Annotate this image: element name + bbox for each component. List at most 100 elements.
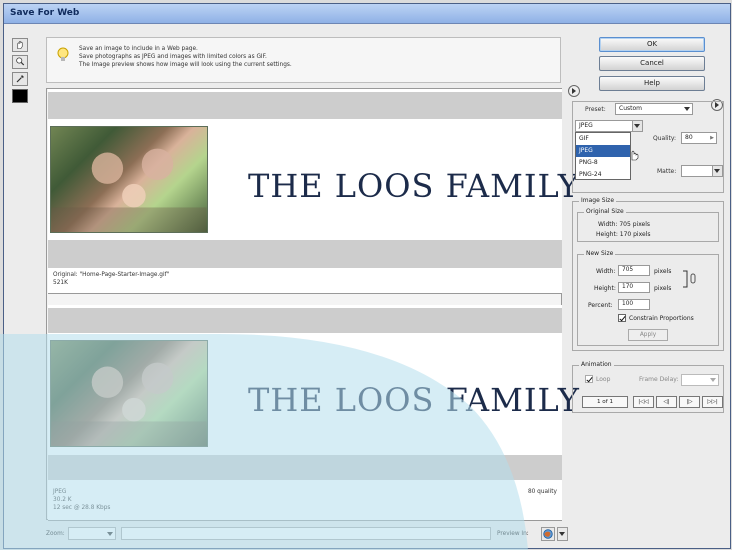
image-size-panel: Image Size Original Size Width: 705 pixe…	[572, 197, 724, 351]
expand-arrow-icon[interactable]	[568, 85, 580, 97]
hint-line: Save photographs as JPEG and images with…	[79, 54, 267, 60]
zoom-bar: Zoom: Preview In:	[46, 527, 570, 541]
new-size-group: New Size Width: 705 pixels Height: 170 p…	[577, 250, 719, 346]
original-filename: Original: "Home-Page-Starter-Image.gif"	[53, 272, 170, 278]
browser-menu-button[interactable]	[557, 527, 568, 541]
format-select[interactable]: JPEG	[575, 120, 643, 132]
format-option-png24[interactable]: PNG-24	[576, 169, 630, 181]
optimized-format: JPEG	[53, 489, 67, 495]
new-size-title: New Size	[584, 250, 616, 257]
format-option-gif[interactable]: GIF	[576, 133, 630, 145]
save-for-web-dialog: Save For Web Save an image to include in…	[3, 3, 731, 549]
zoom-select[interactable]	[68, 527, 116, 540]
loop-label: Loop	[596, 376, 611, 383]
family-photo-optimized	[50, 340, 208, 447]
quality-input[interactable]: 80 ▶	[681, 132, 717, 144]
last-frame-button[interactable]: ▷▷|	[702, 396, 723, 408]
preset-value: Custom	[619, 105, 642, 112]
width-input[interactable]: 705	[618, 265, 650, 276]
image-size-title: Image Size	[579, 197, 617, 204]
animation-title: Animation	[579, 361, 614, 368]
cancel-button[interactable]: Cancel	[599, 56, 705, 71]
width-unit: pixels	[654, 268, 672, 275]
original-info: Original: "Home-Page-Starter-Image.gif" …	[53, 271, 169, 287]
lightbulb-icon	[57, 47, 69, 61]
quality-info: 80 quality	[527, 489, 557, 495]
constrain-checkbox[interactable]	[618, 314, 626, 322]
constrain-label: Constrain Proportions	[629, 315, 694, 322]
percent-input[interactable]: 100	[618, 299, 650, 310]
banner-title: THE LOOS FAMILY	[248, 167, 580, 205]
chevron-down-icon	[107, 532, 113, 536]
chevron-right-icon: ▶	[710, 135, 714, 141]
matte-dropdown-button[interactable]	[712, 166, 722, 176]
first-frame-button[interactable]: |◁◁	[633, 396, 654, 408]
frame-delay-select[interactable]	[681, 374, 719, 386]
chevron-down-icon	[714, 169, 720, 173]
format-value: JPEG	[579, 122, 593, 129]
help-button[interactable]: Help	[599, 76, 705, 91]
height-unit: pixels	[654, 285, 672, 292]
link-icon	[683, 270, 696, 288]
preset-select[interactable]: Custom	[615, 103, 693, 115]
optimized-info: JPEG 30.2 K 12 sec @ 28.8 Kbps	[53, 488, 110, 512]
loop-checkbox[interactable]	[585, 375, 593, 383]
matte-label: Matte:	[657, 168, 677, 175]
format-dropdown-list: GIF JPEG PNG-8 PNG-24	[575, 132, 631, 180]
format-option-jpeg[interactable]: JPEG	[576, 145, 630, 157]
family-photo	[50, 126, 208, 233]
optimized-preview-pane: THE LOOS FAMILY JPEG 30.2 K 12 sec @ 28.…	[48, 305, 579, 521]
previous-frame-button[interactable]: ◁|	[656, 396, 677, 408]
preset-label: Preset:	[585, 106, 606, 113]
preview-band	[48, 455, 562, 480]
hint-panel: Save an image to include in a Web page. …	[46, 37, 561, 83]
quality-value: 80	[685, 134, 693, 141]
hand-cursor-icon	[631, 150, 639, 161]
percent-label: Percent:	[588, 302, 613, 309]
apply-button[interactable]: Apply	[628, 329, 668, 341]
frame-delay-label: Frame Delay:	[639, 376, 679, 383]
original-preview-pane: THE LOOS FAMILY Original: "Home-Page-Sta…	[48, 89, 579, 294]
original-size-group: Original Size Width: 705 pixels Height: …	[577, 208, 719, 242]
status-field	[121, 527, 491, 540]
preview-band	[48, 308, 562, 333]
chevron-down-icon	[710, 378, 716, 382]
frame-counter: 1 of 1	[582, 396, 628, 408]
original-size-title: Original Size	[584, 208, 626, 215]
format-dropdown-button[interactable]	[632, 121, 642, 131]
globe-icon	[543, 529, 553, 539]
next-frame-button[interactable]: |▷	[679, 396, 700, 408]
original-width: Width: 705 pixels	[598, 221, 651, 228]
height-input[interactable]: 170	[618, 282, 650, 293]
original-height: Height: 170 pixels	[596, 231, 651, 238]
preview-area: THE LOOS FAMILY Original: "Home-Page-Sta…	[46, 88, 579, 521]
chevron-down-icon	[684, 107, 690, 111]
chevron-down-icon	[559, 532, 565, 536]
eyedropper-color-swatch[interactable]	[12, 89, 28, 103]
format-option-png8[interactable]: PNG-8	[576, 157, 630, 169]
eyedropper-icon[interactable]	[12, 72, 28, 86]
banner-title-optimized: THE LOOS FAMILY	[248, 381, 580, 419]
optimized-size: 30.2 K	[53, 497, 72, 503]
preview-in-label: Preview In:	[497, 531, 529, 537]
preview-band	[48, 240, 562, 268]
original-size: 521K	[53, 280, 68, 286]
window-title: Save For Web	[10, 8, 80, 18]
zoom-icon[interactable]	[12, 55, 28, 69]
width-label: Width:	[596, 268, 616, 275]
chevron-down-icon	[634, 124, 640, 128]
download-time: 12 sec @ 28.8 Kbps	[53, 505, 111, 511]
quality-label: Quality:	[653, 135, 677, 142]
height-label: Height:	[594, 285, 616, 292]
settings-panel: Preset: Custom JPEG GIF JPEG PNG-8 PNG-2…	[572, 101, 724, 193]
preview-band	[48, 92, 562, 119]
hint-line: The Image preview shows how image will l…	[79, 62, 292, 68]
hint-text: Save an image to include in a Web page. …	[79, 45, 292, 69]
title-bar: Save For Web	[4, 4, 730, 24]
hint-line: Save an image to include in a Web page.	[79, 46, 198, 52]
hand-icon[interactable]	[12, 38, 28, 52]
matte-select[interactable]	[681, 165, 723, 177]
browser-preview-button[interactable]	[541, 527, 555, 541]
zoom-label: Zoom:	[46, 531, 65, 537]
ok-button[interactable]: OK	[599, 37, 705, 52]
